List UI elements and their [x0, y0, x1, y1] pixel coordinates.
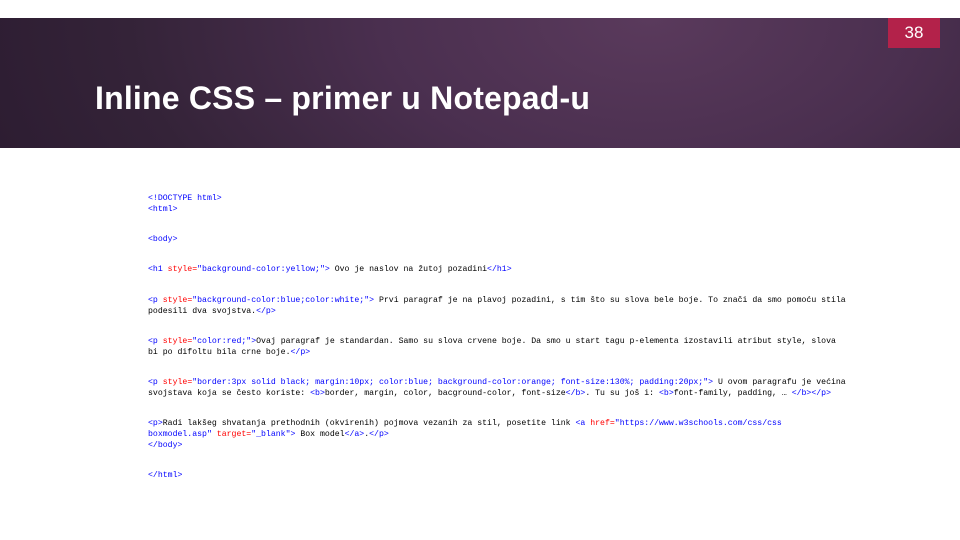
code-p1-style-val: "background-color:blue;color:white;" — [192, 296, 369, 305]
code-p3-b2-text: font-family, padding, … — [674, 389, 792, 398]
code-a-open: <a — [575, 419, 590, 428]
page-number: 38 — [905, 23, 924, 43]
code-b-open: <b> — [659, 389, 674, 398]
code-p4-open: <p> — [148, 419, 163, 428]
code-p2-style-attr: style= — [163, 337, 192, 346]
code-body-open: <body> — [148, 235, 177, 244]
code-target-val: "_blank" — [251, 430, 290, 439]
code-target-attr: target= — [212, 430, 251, 439]
code-p3-b-text: border, margin, color, bacground-color, … — [325, 389, 566, 398]
slide-container: 38 Inline CSS – primer u Notepad-u <!DOC… — [0, 0, 960, 540]
code-b-close: </b> — [792, 389, 812, 398]
code-p4-text-a: Radi lakšeg shvatanja prethodnih (okvire… — [163, 419, 576, 428]
code-b-open: <b> — [310, 389, 325, 398]
code-h1-style-attr: style= — [168, 265, 197, 274]
code-h1-style-val: "background-color:yellow;" — [197, 265, 325, 274]
code-h1-text: Ovo je naslov na žutoj pozadini — [330, 265, 487, 274]
code-p1-close: </p> — [256, 307, 276, 316]
code-p3-style-val: "border:3px solid black; margin:10px; co… — [192, 378, 708, 387]
code-a-close: </a> — [345, 430, 365, 439]
slide-title: Inline CSS – primer u Notepad-u — [95, 80, 590, 117]
code-p4-close: </p> — [369, 430, 389, 439]
code-doctype: <!DOCTYPE html> — [148, 194, 222, 203]
code-p1-open: <p — [148, 296, 163, 305]
code-href-attr: href= — [590, 419, 615, 428]
code-body-close: </body> — [148, 441, 182, 450]
code-a-text: Box model — [295, 430, 344, 439]
code-p3-style-attr: style= — [163, 378, 192, 387]
code-p3-text-b: . Tu su još i: — [585, 389, 659, 398]
code-html-open: <html> — [148, 205, 177, 214]
code-h1-close: </h1> — [487, 265, 512, 274]
code-p3-open: <p — [148, 378, 163, 387]
code-p1-style-attr: style= — [163, 296, 192, 305]
code-p3-close: </p> — [811, 389, 831, 398]
code-p2-open: <p — [148, 337, 163, 346]
page-number-badge: 38 — [888, 18, 940, 48]
code-block: <!DOCTYPE html> <html> <body> <h1 style=… — [148, 182, 848, 512]
code-html-close: </html> — [148, 471, 182, 480]
code-b-close: </b> — [566, 389, 586, 398]
code-h1-open: <h1 — [148, 265, 168, 274]
code-p2-style-val: "color:red;" — [192, 337, 251, 346]
code-p2-close: </p> — [291, 348, 311, 357]
